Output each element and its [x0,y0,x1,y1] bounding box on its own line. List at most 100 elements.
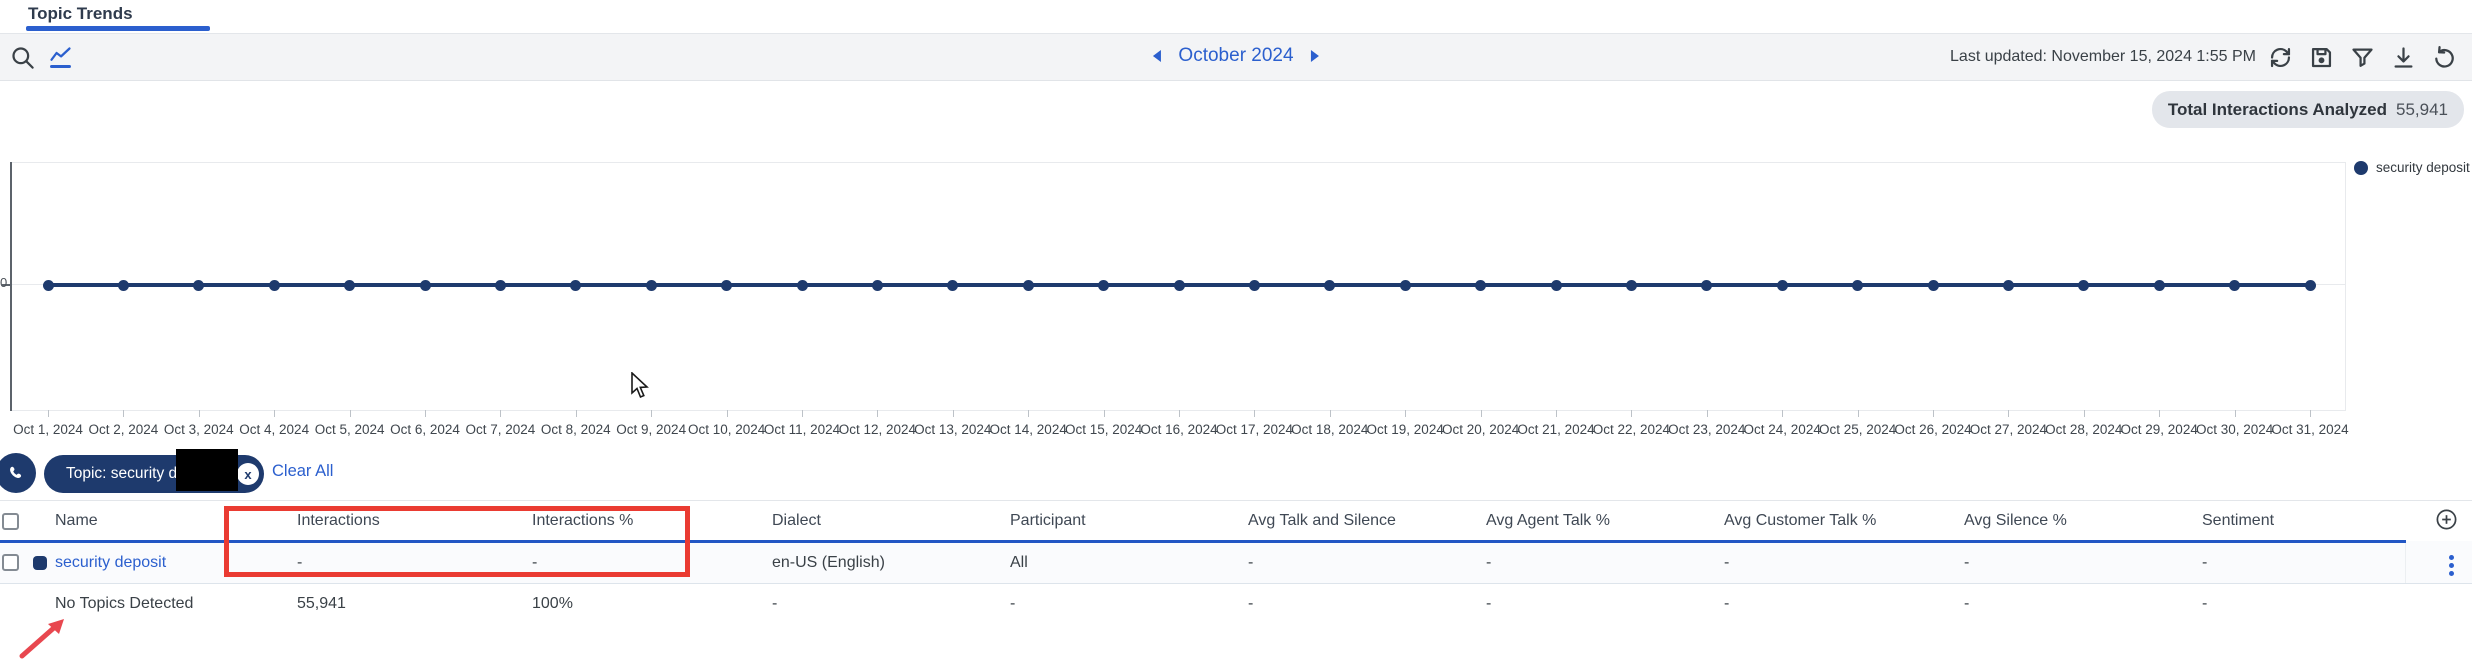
column-header-interactions[interactable]: Interactions [293,503,528,543]
table-cell: en-US (English) [768,541,1006,584]
column-header-name[interactable]: Name [28,503,293,543]
row-checkbox[interactable] [2,553,19,571]
topic-color-marker [33,555,47,570]
data-point[interactable] [1022,279,1034,291]
x-tick [274,410,276,417]
search-icon[interactable] [9,44,36,71]
y-axis-tick-label: 0 [0,275,7,290]
x-tick [726,410,728,417]
x-tick [1103,410,1105,417]
column-header-avg-agent-talk-[interactable]: Avg Agent Talk % [1482,503,1720,543]
data-point[interactable] [42,279,54,291]
table-cell: 100% [532,595,573,613]
topic-name-text: No Topics Detected [55,595,194,613]
x-tick [877,410,879,417]
add-column-icon[interactable] [2435,508,2458,531]
topic-name-link[interactable]: security deposit [55,554,166,571]
x-tick [1556,410,1557,417]
total-interactions-badge: Total Interactions Analyzed 55,941 [2151,91,2464,128]
data-point[interactable] [2002,279,2014,291]
save-icon[interactable] [2308,44,2335,71]
badge-value: 55,941 [2396,99,2448,119]
data-point[interactable] [1550,279,1562,291]
filter-icon[interactable] [2349,44,2376,71]
data-point[interactable] [344,279,356,291]
data-point[interactable] [268,279,280,291]
data-point[interactable] [1399,279,1411,291]
date-range-label[interactable]: October 2024 [1178,45,1293,67]
column-header-avg-silence-[interactable]: Avg Silence % [1960,503,2198,543]
x-tick [2083,410,2085,417]
data-point[interactable] [871,279,883,291]
prev-month-icon[interactable] [1151,49,1162,63]
data-point[interactable] [1852,279,1864,291]
column-header-participant[interactable]: Participant [1006,503,1244,543]
active-tab-underline [26,26,210,31]
undo-icon[interactable] [2431,44,2458,71]
chart-legend[interactable]: security deposit [2354,160,2470,175]
x-tick [500,410,502,417]
data-point[interactable] [645,279,657,291]
chart-view-icon[interactable] [47,44,74,71]
data-point[interactable] [1776,279,1788,291]
x-tick [2310,410,2311,417]
data-point[interactable] [1324,279,1336,291]
table-cell: - [1244,541,1482,584]
chip-remove-icon[interactable]: x [237,463,259,485]
data-point[interactable] [1098,279,1110,291]
x-tick [198,410,200,417]
x-tick [2159,410,2161,417]
clear-all-link[interactable]: Clear All [272,462,333,481]
select-all-checkbox[interactable] [2,512,19,530]
data-point[interactable] [1173,279,1185,291]
x-tick [349,410,351,417]
column-header-dialect[interactable]: Dialect [768,503,1006,543]
tab-topic-trends[interactable]: Topic Trends [28,4,133,24]
row-actions-cell [2405,583,2472,625]
table-cell: - [2198,541,2405,584]
data-point[interactable] [193,279,205,291]
next-month-icon[interactable] [1310,49,1321,63]
date-navigation: October 2024 [1151,45,1320,67]
data-point[interactable] [2229,279,2241,291]
download-icon[interactable] [2390,44,2417,71]
column-header-interactions-[interactable]: Interactions % [528,503,768,543]
legend-label: security deposit [2376,160,2470,175]
data-point[interactable] [494,279,506,291]
row-menu-icon[interactable] [2449,555,2454,577]
data-point[interactable] [117,279,129,291]
plot-right-border [2345,162,2346,410]
column-header-avg-talk-and-silence[interactable]: Avg Talk and Silence [1244,503,1482,543]
phone-icon[interactable] [0,453,36,493]
data-point[interactable] [2078,279,2090,291]
data-point[interactable] [2304,279,2316,291]
table-cell: - [528,541,768,584]
data-point[interactable] [570,279,582,291]
plot-bottom-border [10,410,2346,411]
topic-filter-chip[interactable]: Topic: security d [44,455,264,493]
data-point[interactable] [721,279,733,291]
x-tick [48,410,49,417]
data-point[interactable] [419,279,431,291]
row-checkbox-cell [0,541,28,584]
x-tick [1933,410,1934,417]
data-point[interactable] [947,279,959,291]
data-point[interactable] [1248,279,1260,291]
toolbar: October 2024 Last updated: November 15, … [0,33,2472,81]
table-cell: - [1482,541,1720,584]
data-point[interactable] [1927,279,1939,291]
data-point[interactable] [1475,279,1487,291]
data-point[interactable] [1625,279,1637,291]
tab-bar: Topic Trends [0,0,2472,33]
column-header-sentiment[interactable]: Sentiment [2198,503,2405,543]
data-point[interactable] [1701,279,1713,291]
x-tick [952,410,954,417]
data-point[interactable] [2153,279,2165,291]
refresh-icon[interactable] [2267,44,2294,71]
x-tick [1782,410,1784,417]
table-row: No Topics Detected 55,941 100% - - - - - - - [0,583,2472,625]
column-header-avg-customer-talk-[interactable]: Avg Customer Talk % [1720,503,1960,543]
table-cell: - [1010,595,1016,613]
data-point[interactable] [796,279,808,291]
table-cell: - [1720,541,1960,584]
